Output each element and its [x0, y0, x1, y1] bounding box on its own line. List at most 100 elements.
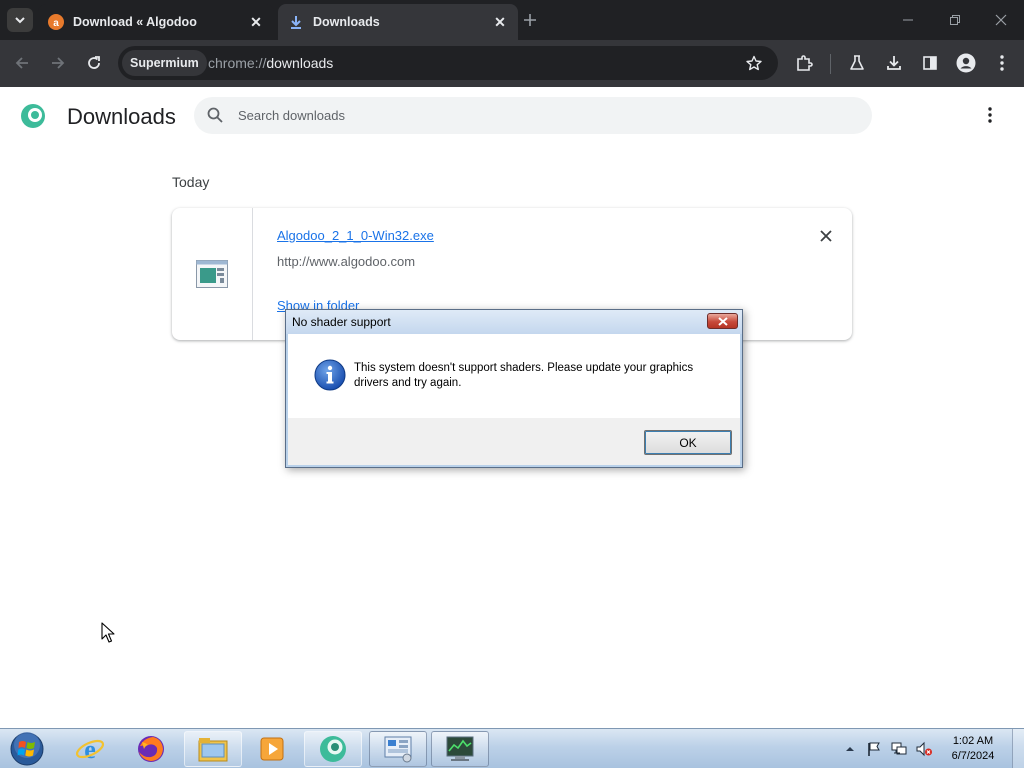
- tray-network[interactable]: [888, 729, 910, 768]
- avatar-icon: [956, 53, 976, 73]
- download-file-link[interactable]: Algodoo_2_1_0-Win32.exe: [277, 228, 434, 243]
- minimize-icon: [903, 19, 913, 21]
- clock-time: 1:02 AM: [952, 735, 994, 747]
- tab-title: Downloads: [313, 15, 380, 29]
- tab-title: Download « Algodoo: [73, 15, 197, 29]
- dialog-footer: OK: [288, 418, 740, 465]
- forward-button[interactable]: [46, 51, 70, 75]
- control-panel-icon: [384, 736, 412, 763]
- url-text[interactable]: chrome://downloads: [208, 46, 333, 80]
- taskbar-control-panel[interactable]: [369, 731, 427, 767]
- start-button-icon[interactable]: [8, 731, 46, 767]
- dialog-titlebar[interactable]: No shader support: [286, 310, 742, 334]
- side-panel-icon: [923, 56, 937, 70]
- browser-toolbar: Supermium chrome://downloads: [0, 40, 1024, 87]
- tab-downloads[interactable]: Downloads ✕: [278, 4, 518, 40]
- algodoo-favicon-icon: a: [48, 14, 64, 30]
- kebab-menu-icon: [988, 107, 992, 123]
- arrow-right-icon: [52, 57, 65, 69]
- reload-button[interactable]: [82, 51, 106, 75]
- taskbar-media-player[interactable]: [243, 731, 301, 767]
- address-bar[interactable]: Supermium chrome://downloads: [118, 46, 778, 80]
- star-icon: [746, 55, 762, 71]
- more-actions-button[interactable]: [978, 103, 1002, 127]
- new-tab-button[interactable]: [520, 10, 540, 30]
- back-button[interactable]: [10, 51, 34, 75]
- internet-explorer-icon: e: [75, 735, 105, 764]
- search-input[interactable]: [238, 97, 838, 134]
- chevron-up-icon: [846, 747, 854, 751]
- clock-date: 6/7/2024: [951, 750, 995, 762]
- taskbar-file-explorer[interactable]: [184, 731, 242, 767]
- media-player-icon: [260, 737, 284, 761]
- mouse-cursor-icon: [101, 622, 115, 643]
- tray-volume[interactable]: [912, 729, 936, 768]
- dialog-body: This system doesn't support shaders. Ple…: [288, 334, 740, 418]
- exe-file-icon: [196, 260, 228, 288]
- folder-icon: [198, 738, 228, 762]
- ok-button[interactable]: OK: [644, 430, 732, 455]
- url-scheme: chrome://: [208, 55, 267, 71]
- svg-text:a: a: [53, 18, 59, 29]
- taskbar-firefox[interactable]: [122, 731, 180, 767]
- arrow-left-icon: [15, 57, 28, 69]
- taskbar-internet-explorer[interactable]: e: [61, 731, 119, 767]
- close-icon: [717, 316, 728, 326]
- taskbar-clock[interactable]: 1:02 AM 6/7/2024: [940, 734, 1006, 764]
- restore-button[interactable]: [943, 8, 967, 32]
- plus-icon: [524, 14, 536, 26]
- downloads-logo-icon: [21, 104, 45, 128]
- task-manager-icon: [446, 736, 474, 761]
- no-shader-dialog: No shader support This system doesn't su…: [285, 309, 743, 468]
- puzzle-icon: [797, 55, 813, 71]
- tab-search-button[interactable]: [7, 8, 33, 32]
- download-source-url[interactable]: http://www.algodoo.com: [277, 254, 415, 269]
- restore-icon: [950, 15, 960, 25]
- search-box[interactable]: [194, 97, 872, 134]
- search-icon: [207, 107, 223, 123]
- download-icon: [291, 16, 301, 29]
- tray-overflow-button[interactable]: [843, 729, 857, 768]
- flag-icon: [868, 742, 880, 756]
- extensions-button[interactable]: [792, 51, 816, 75]
- minimize-button[interactable]: [896, 8, 920, 32]
- show-desktop-button[interactable]: [1012, 729, 1024, 768]
- taskbar: e 1:02 AM 6/7/2024: [0, 728, 1024, 768]
- toolbar-divider: [830, 54, 831, 74]
- file-icon-cell: [172, 208, 253, 340]
- download-icon: [887, 56, 901, 70]
- downloads-button[interactable]: [882, 51, 906, 75]
- labs-button[interactable]: [845, 51, 869, 75]
- reload-icon: [88, 56, 100, 69]
- taskbar-task-manager[interactable]: [431, 731, 489, 767]
- page-title: Downloads: [67, 104, 176, 129]
- bookmark-button[interactable]: [742, 51, 766, 75]
- algodoo-icon: [320, 736, 346, 762]
- profile-button[interactable]: [954, 51, 978, 75]
- tab-strip: a Download « Algodoo ✕ Downloads ✕: [0, 0, 1024, 40]
- tab-close-icon[interactable]: ✕: [248, 14, 264, 30]
- tab-algodoo[interactable]: a Download « Algodoo ✕: [38, 4, 274, 40]
- network-icon: [891, 742, 907, 755]
- close-window-button[interactable]: [989, 8, 1013, 32]
- close-icon: [820, 230, 832, 242]
- url-host: downloads: [266, 55, 334, 71]
- dialog-message: This system doesn't support shaders. Ple…: [354, 362, 694, 389]
- browser-badge[interactable]: Supermium: [122, 50, 207, 76]
- remove-download-button[interactable]: [816, 226, 836, 246]
- close-icon: [995, 14, 1007, 26]
- kebab-menu-icon: [1000, 55, 1004, 71]
- volume-muted-icon: [916, 741, 932, 757]
- menu-button[interactable]: [990, 51, 1014, 75]
- tray-action-center[interactable]: [864, 729, 884, 768]
- svg-text:e: e: [84, 735, 96, 764]
- tab-close-icon[interactable]: ✕: [492, 14, 508, 30]
- dialog-title: No shader support: [292, 315, 391, 329]
- firefox-icon: [138, 736, 164, 762]
- side-panel-button[interactable]: [918, 51, 942, 75]
- dialog-close-button[interactable]: [707, 313, 738, 329]
- flask-icon: [850, 55, 864, 70]
- taskbar-algodoo[interactable]: [304, 731, 362, 767]
- date-section-label: Today: [172, 174, 210, 190]
- information-icon: [314, 359, 346, 391]
